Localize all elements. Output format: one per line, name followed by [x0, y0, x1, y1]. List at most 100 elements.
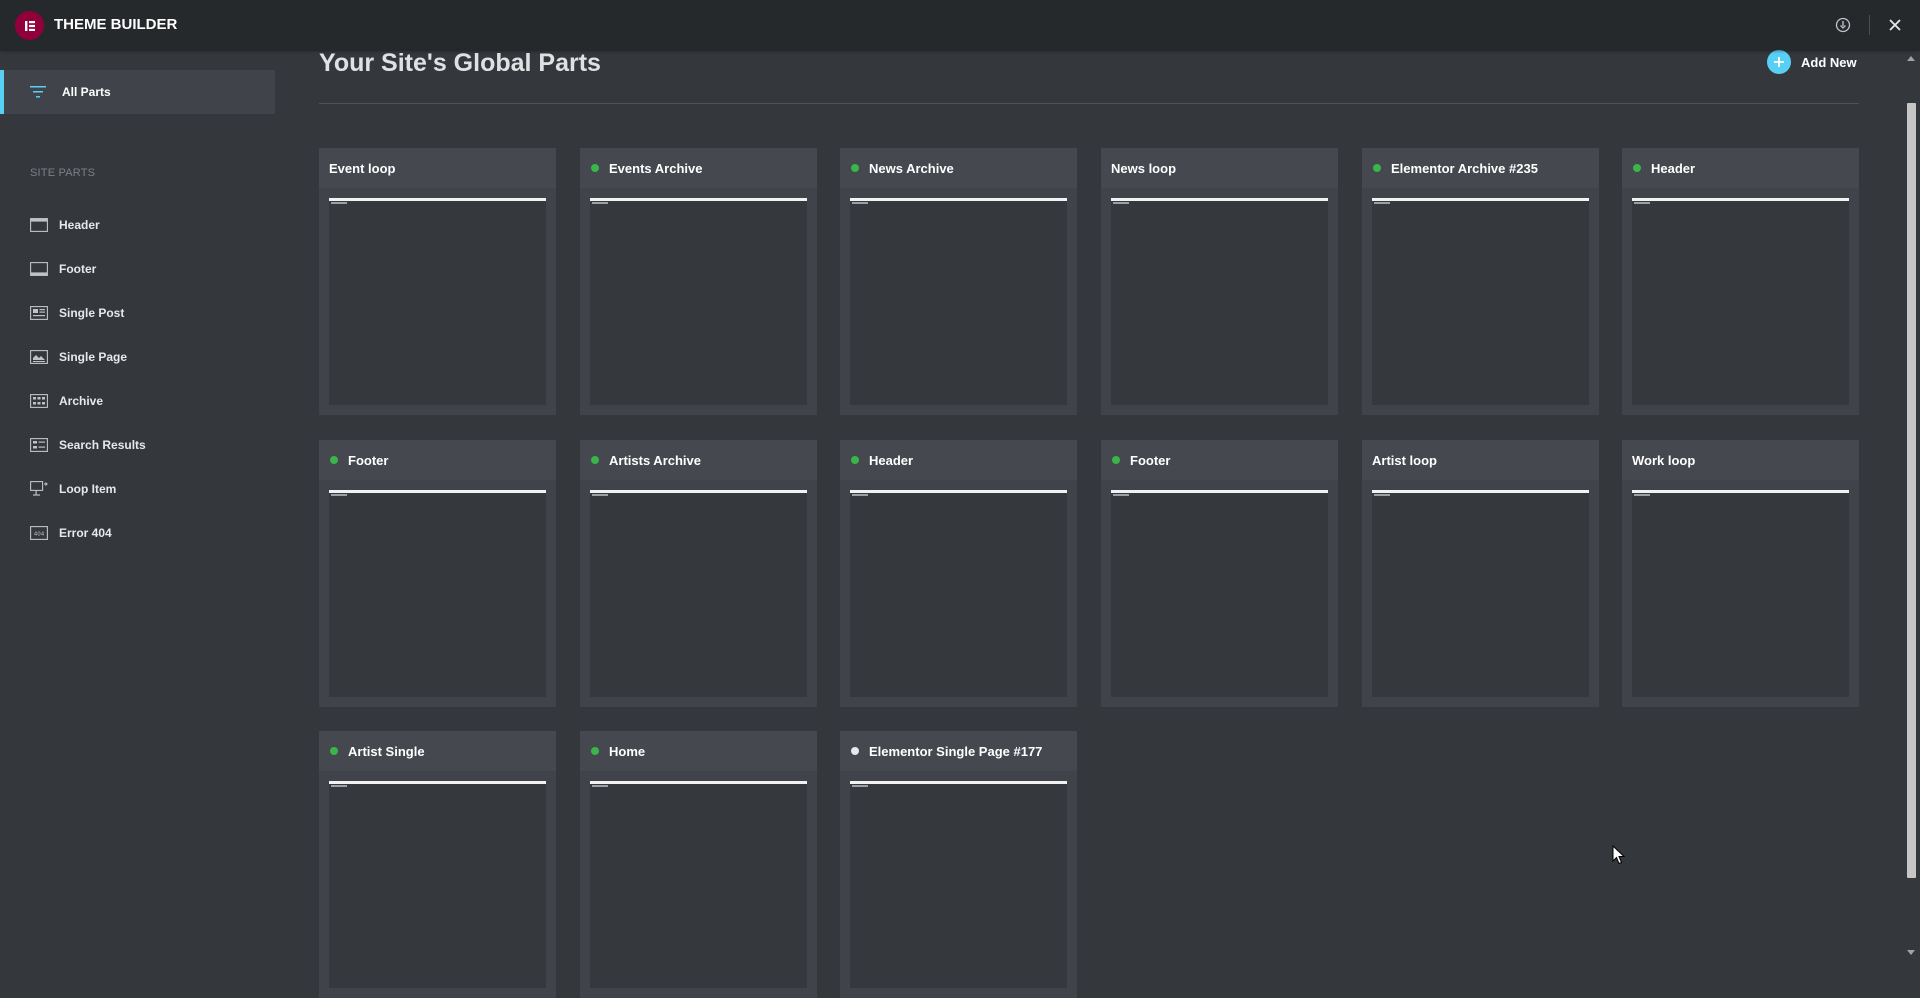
card-header: Home	[580, 731, 817, 771]
card-title: Event loop	[329, 160, 396, 176]
site-parts-heading: SITE PARTS	[30, 167, 96, 179]
template-card[interactable]: Header	[1622, 148, 1859, 415]
card-title: Home	[609, 743, 646, 759]
status-dot-icon	[851, 456, 859, 464]
card-header: Work loop	[1622, 440, 1859, 480]
card-header: Header	[1622, 148, 1859, 188]
template-card[interactable]: News loop	[1101, 148, 1338, 415]
card-preview-thumbnail	[590, 198, 807, 405]
add-new-label: Add New	[1801, 54, 1857, 70]
card-preview-thumbnail	[1632, 490, 1849, 697]
template-card[interactable]: Artists Archive	[580, 440, 817, 707]
template-card[interactable]: Elementor Single Page #177	[840, 731, 1077, 998]
add-new-button[interactable]: Add New	[1767, 49, 1857, 75]
card-preview-thumbnail	[850, 198, 1067, 405]
card-preview-thumbnail	[590, 781, 807, 988]
single-post-icon	[30, 305, 48, 321]
scrollbar-thumb[interactable]	[1907, 103, 1916, 878]
card-title: News loop	[1111, 160, 1177, 176]
app-title: THEME BUILDER	[54, 16, 178, 33]
close-icon[interactable]	[1883, 13, 1907, 37]
footer-icon	[30, 261, 48, 277]
template-card[interactable]: Event loop	[319, 148, 556, 415]
error-404-icon: 404	[30, 525, 48, 541]
scrollbar[interactable]	[1903, 50, 1920, 961]
card-title: Header	[1651, 160, 1696, 176]
card-header: Footer	[1101, 440, 1338, 480]
sidebar-item-label: Error 404	[59, 526, 112, 540]
template-card[interactable]: Footer	[319, 440, 556, 707]
scroll-down-arrow-icon[interactable]	[1907, 950, 1915, 955]
card-header: Artists Archive	[580, 440, 817, 480]
card-preview-thumbnail	[1111, 490, 1328, 697]
sidebar-item-archive[interactable]: Archive	[30, 389, 260, 413]
card-header: Header	[840, 440, 1077, 480]
status-dot-icon	[851, 164, 859, 172]
sidebar-item-all-parts[interactable]: All Parts	[0, 70, 275, 114]
single-page-icon	[30, 349, 48, 365]
info-icon[interactable]	[1831, 13, 1855, 37]
template-card[interactable]: Header	[840, 440, 1077, 707]
card-header: News loop	[1101, 148, 1338, 188]
card-preview-thumbnail	[1632, 198, 1849, 405]
scroll-up-arrow-icon[interactable]	[1907, 56, 1915, 61]
card-title: Footer	[348, 452, 389, 468]
sidebar-item-label: Archive	[59, 394, 104, 408]
header-icon	[30, 217, 48, 233]
card-header: Elementor Archive #235	[1362, 148, 1599, 188]
title-divider	[319, 103, 1859, 104]
sidebar-item-header[interactable]: Header	[30, 213, 260, 237]
card-title: Work loop	[1632, 452, 1696, 468]
template-card[interactable]: Work loop	[1622, 440, 1859, 707]
card-title: Artist Single	[348, 743, 425, 759]
card-title: Footer	[1130, 452, 1171, 468]
search-results-icon	[30, 437, 48, 453]
sidebar-item-label: Single Post	[59, 306, 125, 320]
status-dot-icon	[591, 164, 599, 172]
sidebar-item-single-post[interactable]: Single Post	[30, 301, 260, 325]
template-card[interactable]: News Archive	[840, 148, 1077, 415]
svg-text:404: 404	[34, 532, 45, 538]
card-preview-thumbnail	[329, 198, 546, 405]
top-bar: THEME BUILDER	[0, 0, 1920, 50]
template-card[interactable]: Events Archive	[580, 148, 817, 415]
card-header: Artist loop	[1362, 440, 1599, 480]
template-card[interactable]: Footer	[1101, 440, 1338, 707]
filter-icon	[30, 85, 48, 99]
sidebar-item-search-results[interactable]: Search Results	[30, 433, 260, 457]
template-card[interactable]: Artist loop	[1362, 440, 1599, 707]
template-card[interactable]: Home	[580, 731, 817, 998]
sidebar-item-single-page[interactable]: Single Page	[30, 345, 260, 369]
card-preview-thumbnail	[850, 490, 1067, 697]
sidebar-item-label: Loop Item	[59, 482, 117, 496]
card-preview-thumbnail	[1372, 490, 1589, 697]
page-title: Your Site's Global Parts	[319, 49, 601, 77]
sidebar-item-footer[interactable]: Footer	[30, 257, 260, 281]
sidebar: All Parts SITE PARTS Header Footer Singl…	[0, 50, 275, 961]
sidebar-item-error-404[interactable]: 404 Error 404	[30, 521, 260, 545]
status-dot-icon	[591, 747, 599, 755]
template-card[interactable]: Artist Single	[319, 731, 556, 998]
plus-icon	[1767, 50, 1791, 74]
mouse-cursor-icon	[1612, 844, 1626, 870]
card-header: Footer	[319, 440, 556, 480]
card-preview-thumbnail	[329, 781, 546, 988]
card-title: Artists Archive	[609, 452, 701, 468]
card-header: Event loop	[319, 148, 556, 188]
card-title: Artist loop	[1372, 452, 1437, 468]
header-separator	[1869, 15, 1870, 35]
template-card[interactable]: Elementor Archive #235	[1362, 148, 1599, 415]
card-header: Artist Single	[319, 731, 556, 771]
card-header: News Archive	[840, 148, 1077, 188]
status-dot-icon	[330, 747, 338, 755]
card-title: Events Archive	[609, 160, 703, 176]
status-dot-icon	[851, 747, 859, 755]
sidebar-item-label: Single Page	[59, 350, 128, 364]
card-title: News Archive	[869, 160, 954, 176]
card-title: Elementor Archive #235	[1391, 160, 1538, 176]
card-preview-thumbnail	[590, 490, 807, 697]
sidebar-item-loop-item[interactable]: Loop Item	[30, 477, 260, 501]
sidebar-item-label: All Parts	[62, 85, 111, 99]
sidebar-item-label: Search Results	[59, 438, 146, 452]
sidebar-item-label: Footer	[59, 262, 97, 276]
